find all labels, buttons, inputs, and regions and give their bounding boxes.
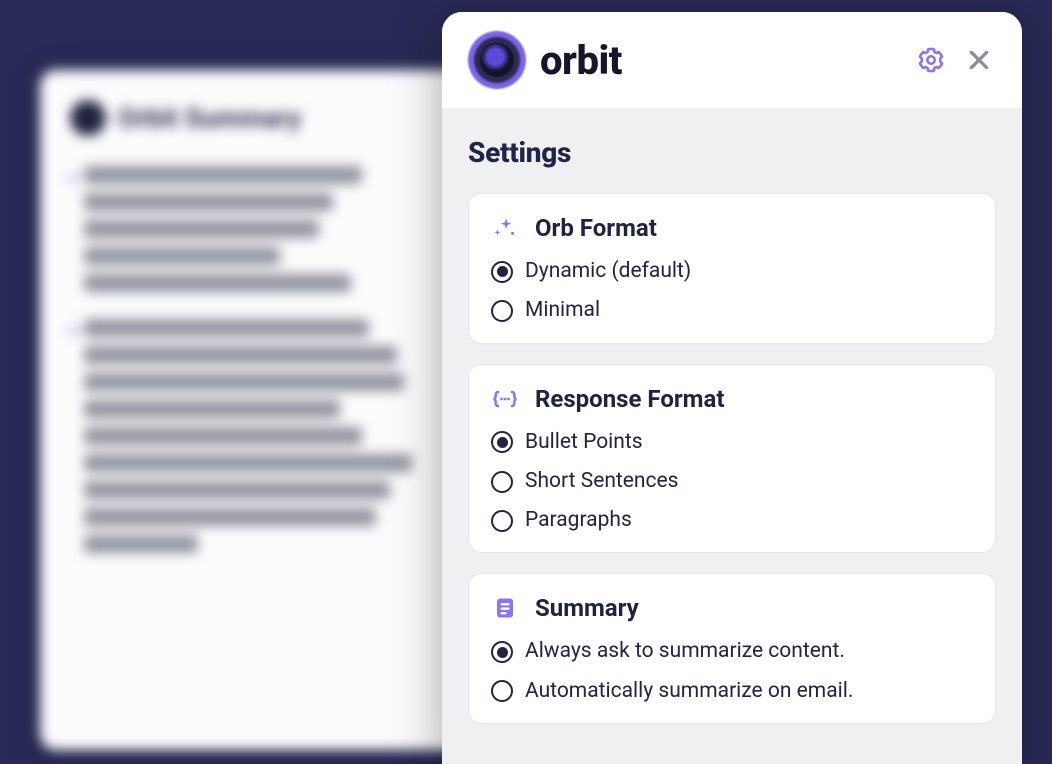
section-title: Response Format bbox=[535, 385, 724, 413]
radio-icon bbox=[491, 510, 513, 532]
orbit-logo-icon bbox=[70, 100, 106, 136]
settings-section-summary: Summary Always ask to summarize content.… bbox=[468, 573, 996, 724]
option-label: Paragraphs bbox=[525, 507, 632, 534]
gear-icon bbox=[917, 46, 945, 74]
summary-bullet bbox=[70, 319, 440, 562]
settings-section-orb-format: Orb Format Dynamic (default) Minimal bbox=[468, 193, 996, 344]
close-icon bbox=[966, 47, 992, 73]
settings-section-response-format: Response Format Bullet Points Short Sent… bbox=[468, 364, 996, 554]
option-summary-always-ask[interactable]: Always ask to summarize content. bbox=[491, 638, 973, 665]
summary-bullet bbox=[70, 166, 440, 301]
option-orb-dynamic[interactable]: Dynamic (default) bbox=[491, 258, 973, 285]
option-response-short-sentences[interactable]: Short Sentences bbox=[491, 468, 973, 495]
panel-header: orbit bbox=[442, 12, 1022, 108]
option-label: Automatically summarize on email. bbox=[525, 678, 853, 705]
brand-name: orbit bbox=[540, 37, 900, 84]
option-label: Minimal bbox=[525, 297, 600, 324]
radio-icon bbox=[491, 680, 513, 702]
document-icon bbox=[491, 594, 519, 622]
close-button[interactable] bbox=[962, 43, 996, 77]
radio-icon bbox=[491, 431, 513, 453]
option-response-bullets[interactable]: Bullet Points bbox=[491, 429, 973, 456]
radio-icon bbox=[491, 471, 513, 493]
option-orb-minimal[interactable]: Minimal bbox=[491, 297, 973, 324]
option-response-paragraphs[interactable]: Paragraphs bbox=[491, 507, 973, 534]
radio-icon bbox=[491, 641, 513, 663]
orbit-logo-icon bbox=[468, 31, 526, 89]
option-label: Dynamic (default) bbox=[525, 258, 691, 285]
settings-title: Settings bbox=[468, 136, 996, 169]
sparkle-icon bbox=[491, 214, 519, 242]
summary-card-title: Orbit Summary bbox=[118, 102, 301, 134]
section-title: Orb Format bbox=[535, 214, 657, 242]
radio-icon bbox=[491, 300, 513, 322]
settings-gear-button[interactable] bbox=[914, 43, 948, 77]
orbit-summary-card: Orbit Summary bbox=[40, 70, 470, 750]
section-title: Summary bbox=[535, 594, 639, 622]
option-label: Bullet Points bbox=[525, 429, 643, 456]
ellipsis-brackets-icon bbox=[491, 385, 519, 413]
option-summary-auto-email[interactable]: Automatically summarize on email. bbox=[491, 678, 973, 705]
option-label: Short Sentences bbox=[525, 468, 679, 495]
option-label: Always ask to summarize content. bbox=[525, 638, 845, 665]
radio-icon bbox=[491, 261, 513, 283]
settings-panel: orbit Settings bbox=[442, 12, 1022, 764]
